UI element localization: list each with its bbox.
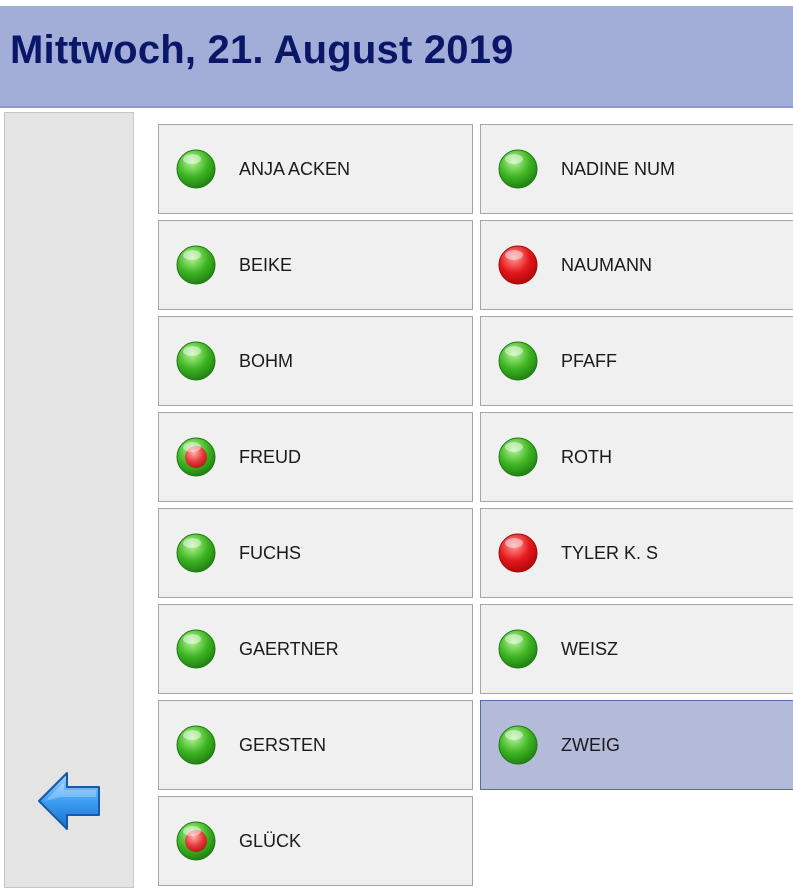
person-name: NADINE NUM <box>561 159 676 179</box>
person-tile[interactable]: FREUD <box>158 412 473 502</box>
person-tile[interactable]: ROTH <box>480 412 793 502</box>
person-tile[interactable]: FUCHS <box>158 508 473 598</box>
status-indicator-icon <box>175 436 217 478</box>
person-tile[interactable]: TYLER K. S <box>480 508 793 598</box>
status-indicator-icon <box>175 724 217 766</box>
status-indicator-icon <box>497 148 539 190</box>
person-tile[interactable]: BOHM <box>158 316 473 406</box>
header-bar: Mittwoch, 21. August 2019 <box>0 6 793 108</box>
person-name: BEIKE <box>239 255 293 275</box>
status-indicator-icon <box>175 244 217 286</box>
page-title: Mittwoch, 21. August 2019 <box>10 28 514 72</box>
person-tile[interactable]: PFAFF <box>480 316 793 406</box>
status-indicator-icon <box>497 532 539 574</box>
person-tile[interactable]: NAUMANN <box>480 220 793 310</box>
person-name: GAERTNER <box>239 639 339 659</box>
status-indicator-icon <box>175 820 217 862</box>
person-name: BOHM <box>239 351 293 371</box>
person-name: FREUD <box>239 447 301 467</box>
person-name: NAUMANN <box>561 255 653 275</box>
status-indicator-icon <box>497 724 539 766</box>
status-indicator-icon <box>497 244 539 286</box>
person-tile[interactable]: NADINE NUM <box>480 124 793 214</box>
person-tile[interactable]: GLÜCK <box>158 796 473 886</box>
sidebar <box>4 112 134 888</box>
person-name: FUCHS <box>239 543 301 563</box>
app-window: Mittwoch, 21. August 2019 ANJA ACKEN NAD… <box>0 0 793 888</box>
person-name: ROTH <box>561 447 612 467</box>
person-tile[interactable]: ANJA ACKEN <box>158 124 473 214</box>
status-indicator-icon <box>175 532 217 574</box>
status-indicator-icon <box>175 148 217 190</box>
person-tile[interactable]: ZWEIG <box>480 700 793 790</box>
status-indicator-icon <box>175 628 217 670</box>
person-name: WEISZ <box>561 639 618 659</box>
person-tile[interactable]: GAERTNER <box>158 604 473 694</box>
status-indicator-icon <box>497 340 539 382</box>
person-name: PFAFF <box>561 351 618 371</box>
person-name: GLÜCK <box>239 831 302 851</box>
person-tile[interactable]: BEIKE <box>158 220 473 310</box>
person-name: ANJA ACKEN <box>239 159 351 179</box>
person-name: ZWEIG <box>561 735 620 755</box>
person-tile[interactable]: GERSTEN <box>158 700 473 790</box>
status-indicator-icon <box>497 628 539 670</box>
person-name: GERSTEN <box>239 735 327 755</box>
person-name: TYLER K. S <box>561 543 659 563</box>
status-indicator-icon <box>497 436 539 478</box>
person-tile[interactable]: WEISZ <box>480 604 793 694</box>
back-button[interactable] <box>35 767 103 835</box>
status-indicator-icon <box>175 340 217 382</box>
arrow-left-icon <box>35 767 103 835</box>
